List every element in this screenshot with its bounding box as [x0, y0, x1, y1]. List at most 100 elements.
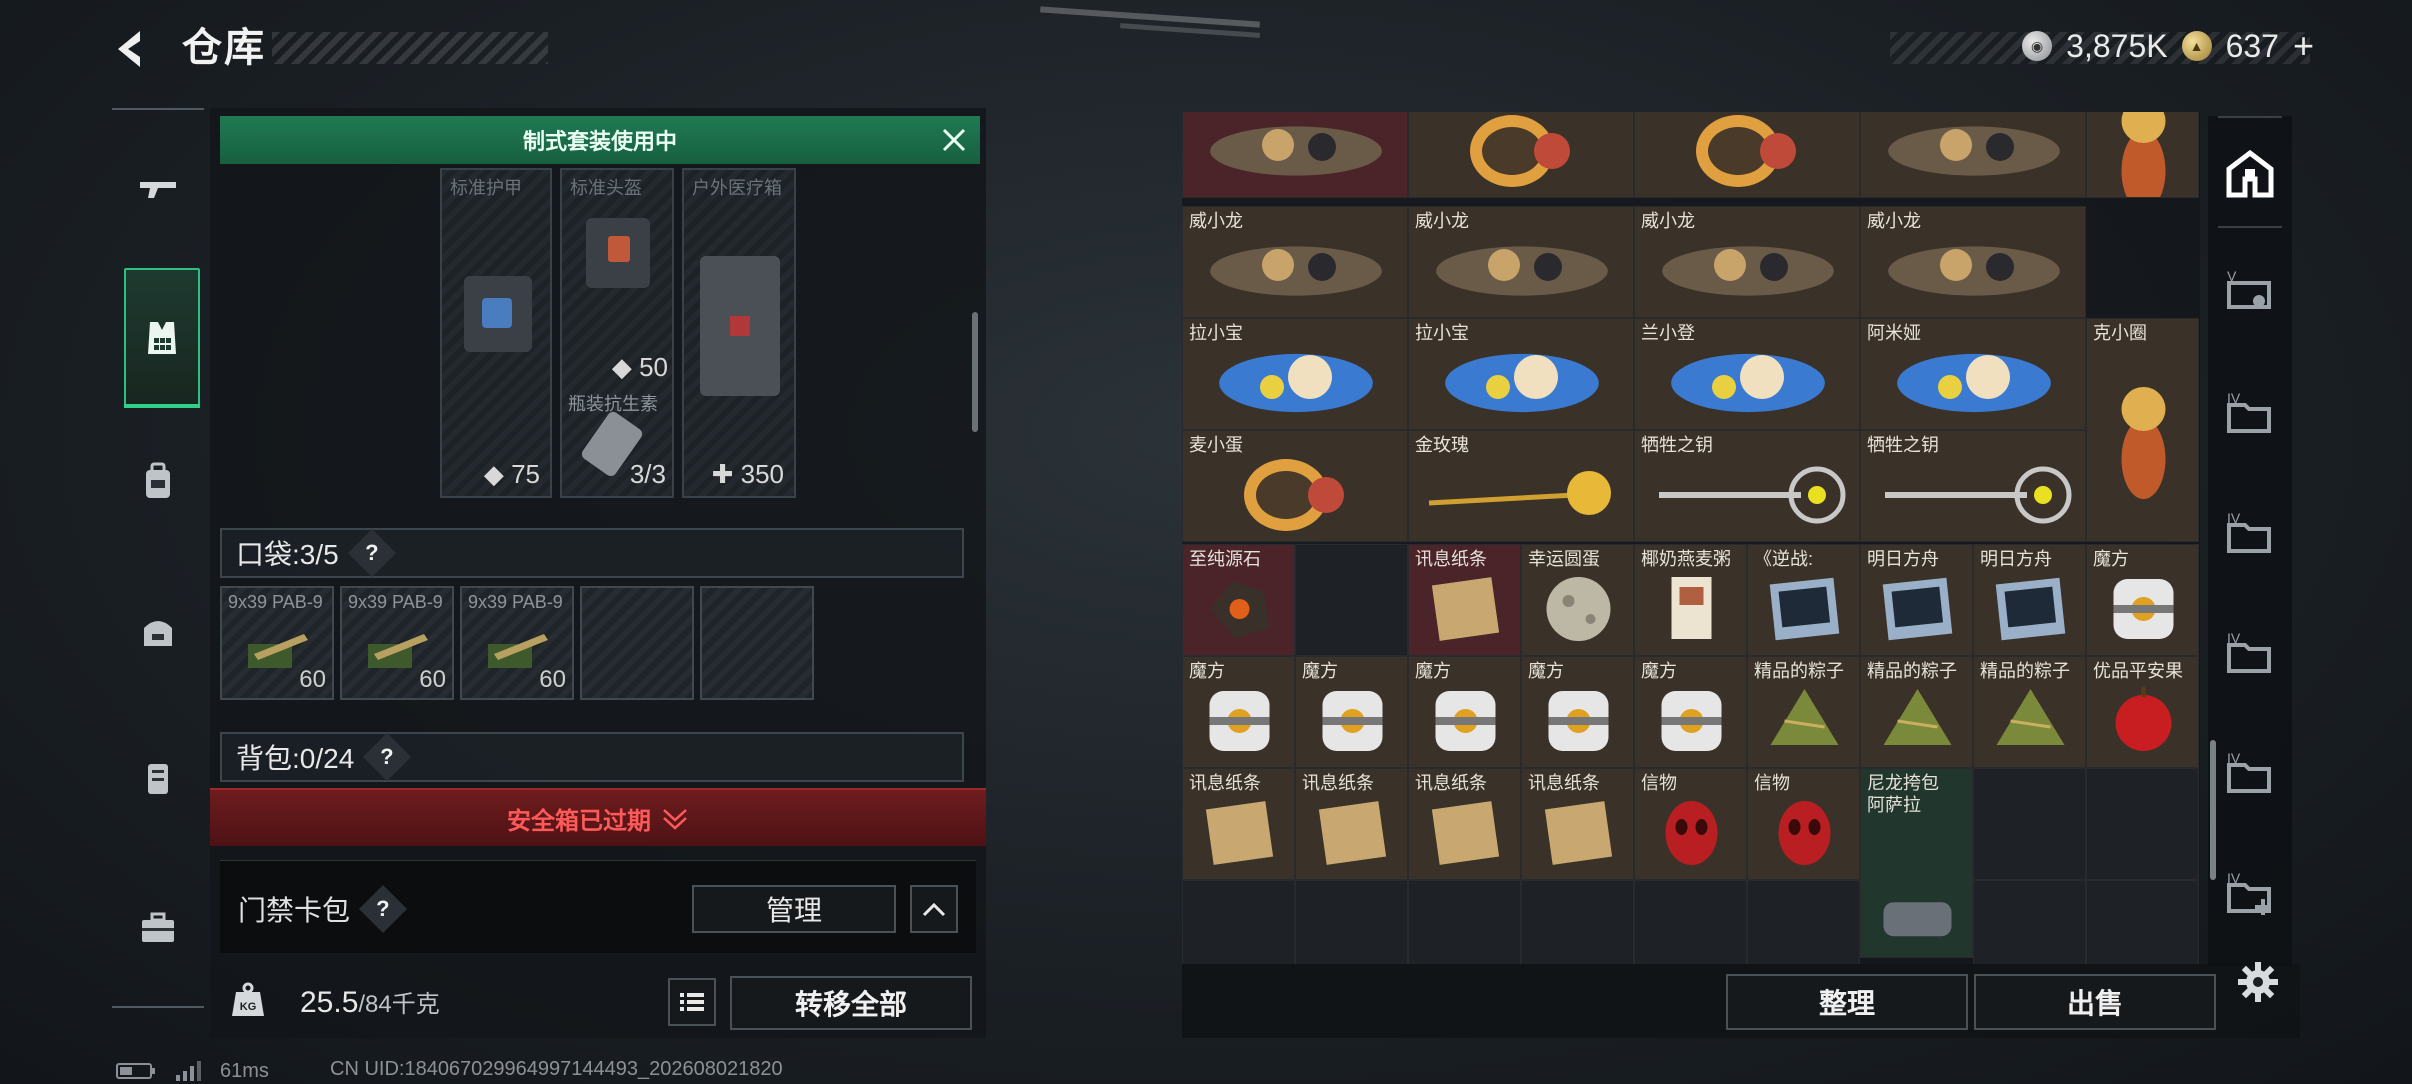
storage-item[interactable]: 阿米娅: [1860, 318, 2086, 430]
tab-iv-1[interactable]: IV: [2216, 372, 2284, 452]
item-name: 《逆战:: [1754, 549, 1814, 569]
storage-slot-empty[interactable]: [1747, 880, 1860, 964]
storage-item[interactable]: 魔方: [2086, 544, 2199, 656]
storage-item[interactable]: 讯息纸条: [1295, 768, 1408, 880]
pocket-slot[interactable]: 9x39 PAB-9 60: [340, 586, 454, 700]
list-button[interactable]: [668, 978, 716, 1026]
storage-item[interactable]: 信物: [1747, 768, 1860, 880]
storage-item[interactable]: 魔方: [1295, 656, 1408, 768]
storage-slot-empty[interactable]: [1973, 768, 2086, 880]
pocket-slot-empty[interactable]: [700, 586, 814, 700]
storage-item[interactable]: [1860, 112, 2086, 198]
close-icon[interactable]: [938, 124, 970, 156]
helmet-slot[interactable]: 标准头盔 ◆ 50 瓶装抗生素 3/3: [560, 168, 674, 498]
hood-tall-icon: [2121, 112, 2166, 197]
collapse-button[interactable]: [910, 885, 958, 933]
kg-icon-text: KG: [240, 1001, 257, 1013]
medkit-slot[interactable]: 户外医疗箱 ✚ 350: [682, 168, 796, 498]
item-name: 至纯源石: [1189, 549, 1261, 569]
nav-bag[interactable]: [124, 592, 192, 672]
safe-box-bar[interactable]: 安全箱已过期: [210, 788, 986, 846]
storage-item[interactable]: 讯息纸条: [1408, 544, 1521, 656]
storage-item[interactable]: 拉小宝: [1408, 318, 1634, 430]
storage-item[interactable]: 魔方: [1182, 656, 1295, 768]
slot-label: 标准头盔: [570, 178, 642, 198]
storage-item[interactable]: 魔方: [1634, 656, 1747, 768]
tab-home[interactable]: [2216, 134, 2284, 214]
storage-item[interactable]: [1634, 112, 1860, 198]
storage-slot-empty[interactable]: [1634, 880, 1747, 964]
storage-item[interactable]: 《逆战:: [1747, 544, 1860, 656]
add-gold-button[interactable]: +: [2293, 25, 2314, 67]
storage-scrollbar[interactable]: [2210, 740, 2216, 880]
storage-slot-empty[interactable]: [2086, 768, 2199, 880]
storage-item[interactable]: 威小龙: [1860, 206, 2086, 318]
storage-slot-empty[interactable]: [1521, 880, 1634, 964]
nav-backpack[interactable]: [124, 442, 192, 522]
nav-gear[interactable]: [124, 268, 200, 408]
pocket-slot[interactable]: 9x39 PAB-9 60: [460, 586, 574, 700]
armor-slot[interactable]: 标准护甲 ◆ 75: [440, 168, 552, 498]
item-name: 金玫瑰: [1415, 435, 1469, 455]
storage-slot-empty[interactable]: [1295, 544, 1408, 656]
storage-item[interactable]: 牺牲之钥: [1860, 430, 2086, 542]
storage-slot-empty[interactable]: [1973, 880, 2086, 964]
manage-button[interactable]: 管理: [692, 885, 896, 933]
storage-item[interactable]: 麦小蛋: [1182, 430, 1408, 542]
tab-iv-3[interactable]: IV: [2216, 612, 2284, 692]
storage-item[interactable]: 幸运圆蛋: [1521, 544, 1634, 656]
help-icon[interactable]: ?: [358, 884, 408, 934]
storage-item[interactable]: 讯息纸条: [1182, 768, 1295, 880]
left-scrollbar[interactable]: [972, 312, 978, 432]
storage-item[interactable]: 优品平安果: [2086, 656, 2199, 768]
storage-item[interactable]: 精品的粽子: [1860, 656, 1973, 768]
storage-item[interactable]: 威小龙: [1634, 206, 1860, 318]
pocket-slot-empty[interactable]: [580, 586, 694, 700]
nav-case[interactable]: [124, 738, 192, 818]
storage-item[interactable]: 精品的粽子: [1747, 656, 1860, 768]
help-icon[interactable]: ?: [347, 528, 396, 578]
storage-item[interactable]: [2086, 112, 2199, 198]
storage-item[interactable]: 尼龙挎包 阿萨拉: [1860, 768, 1973, 959]
nav-toolbox[interactable]: [124, 888, 192, 968]
storage-item[interactable]: 拉小宝: [1182, 318, 1408, 430]
storage-item[interactable]: 牺牲之钥: [1634, 430, 1860, 542]
sell-button[interactable]: 出售: [1974, 974, 2216, 1030]
pocket-slot[interactable]: 9x39 PAB-9 60: [220, 586, 334, 700]
storage-slot-empty[interactable]: [1295, 880, 1408, 964]
nav-weapon[interactable]: [124, 150, 192, 230]
tab-v[interactable]: V: [2216, 250, 2284, 330]
tab-iv-2[interactable]: IV: [2216, 492, 2284, 572]
storage-item[interactable]: 明日方舟: [1860, 544, 1973, 656]
tab-iv-4[interactable]: IV: [2216, 732, 2284, 812]
storage-item[interactable]: 克小圈: [2086, 318, 2199, 542]
storage-item[interactable]: 威小龙: [1182, 206, 1408, 318]
storage-item[interactable]: 兰小登: [1634, 318, 1860, 430]
storage-item[interactable]: [1182, 112, 1408, 198]
storage-item[interactable]: 魔方: [1408, 656, 1521, 768]
storage-item[interactable]: 椰奶燕麦粥: [1634, 544, 1747, 656]
storage-item[interactable]: 至纯源石: [1182, 544, 1295, 656]
nav-divider: [112, 108, 204, 110]
sort-button[interactable]: 整理: [1726, 974, 1968, 1030]
storage-slot-empty[interactable]: [1182, 880, 1295, 964]
chevron-up-icon: [922, 902, 946, 917]
storage-slot-empty[interactable]: [2086, 880, 2199, 964]
storage-item[interactable]: 讯息纸条: [1408, 768, 1521, 880]
storage-item[interactable]: 威小龙: [1408, 206, 1634, 318]
storage-item[interactable]: 信物: [1634, 768, 1747, 880]
back-arrow-icon: [118, 31, 140, 67]
storage-item[interactable]: 魔方: [1521, 656, 1634, 768]
transfer-all-button[interactable]: 转移全部: [730, 976, 972, 1030]
tab-iv-add[interactable]: IV: [2216, 852, 2284, 932]
back-button[interactable]: [108, 24, 156, 74]
help-icon[interactable]: ?: [363, 732, 412, 782]
storage-item[interactable]: 金玫瑰: [1408, 430, 1634, 542]
storage-item[interactable]: 明日方舟: [1973, 544, 2086, 656]
storage-item[interactable]: [1408, 112, 1634, 198]
storage-item[interactable]: 讯息纸条: [1521, 768, 1634, 880]
storage-item[interactable]: 精品的粽子: [1973, 656, 2086, 768]
settings-button[interactable]: [2232, 956, 2284, 1008]
gun-icon: [140, 182, 176, 198]
storage-slot-empty[interactable]: [1408, 880, 1521, 964]
